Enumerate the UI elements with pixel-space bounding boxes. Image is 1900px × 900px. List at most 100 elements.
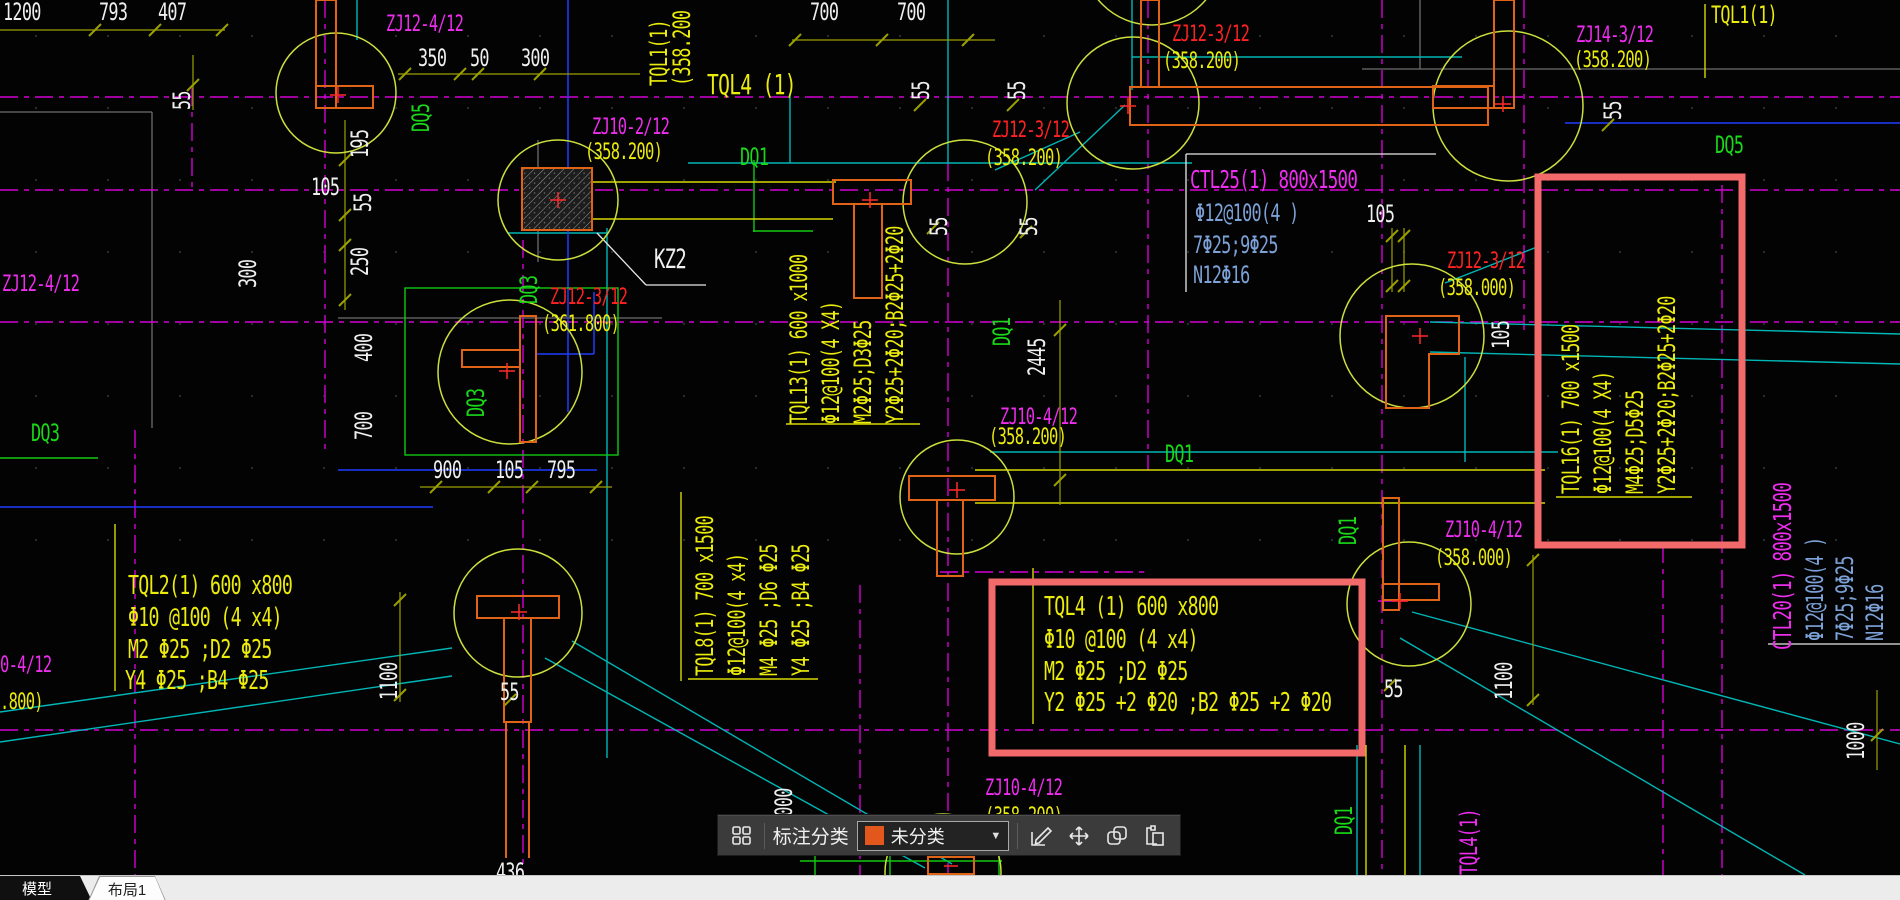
cad-text: (361.800) (542, 312, 620, 337)
cad-text: M2 Φ25 ;D2 Φ25 (1044, 657, 1188, 687)
cad-text: DQ3 (462, 388, 490, 417)
cad-text: Φ12@100(4 ) (1195, 199, 1299, 227)
cad-text: Y4 Φ25 ;B4 Φ25 (125, 666, 269, 696)
cad-text: Y4 Φ25 ;B4 Φ25 (787, 544, 815, 676)
cad-text: M2 Φ25 ;D2 Φ25 (128, 635, 272, 665)
cad-text: TQL13(1) 600 x1000 (785, 254, 813, 424)
cad-text: ZJ12-4/12 (2, 272, 80, 297)
cad-text: Φ10 @100 (4 x4) (128, 603, 283, 633)
cad-text: 900 (433, 456, 462, 484)
cad-text: 55 (500, 678, 520, 706)
cad-text: 55 (1015, 217, 1043, 236)
category-color-swatch (864, 826, 884, 845)
cad-text: CTL20(1) 800x1500 (1768, 482, 1797, 650)
cad-text: (358.200 (668, 10, 696, 86)
cad-text: DQ5 (407, 103, 435, 132)
edit-icon (1031, 826, 1053, 846)
cad-text: Φ12@100(4 ) (1801, 537, 1829, 641)
cad-text: 55 (1384, 675, 1404, 703)
cad-text: 250 (346, 247, 374, 276)
cad-text: 55 (349, 193, 377, 212)
category-dropdown[interactable]: 未分类 ▼ (856, 820, 1010, 851)
cad-text: DQ5 (1715, 131, 1744, 159)
cad-text: (358.200) (585, 140, 663, 165)
cad-text: ZJ10-4/12 (1445, 518, 1523, 543)
cad-text: TQL16(1) 700 x1500 (1557, 324, 1585, 494)
annotation-classes-button[interactable] (728, 822, 756, 850)
cad-text: 400 (350, 333, 378, 362)
cad-text: 700 (810, 0, 839, 26)
cad-text: DQ1 (1165, 440, 1194, 468)
cad-text: Y2Φ25+2Φ20;B2Φ25+2Φ20 (881, 226, 909, 424)
cad-text: N12Φ16 (1861, 584, 1889, 641)
cad-text: 195 (346, 129, 374, 158)
cad-text: Y2Φ25+2Φ20;B2Φ25+2Φ20 (1653, 296, 1681, 494)
cad-text: M2Φ25;D3Φ25 (849, 320, 877, 424)
cad-text: ZJ10-2/12 (592, 115, 670, 140)
cad-text: Y2 Φ25 +2 Φ20 ;B2 Φ25 +2 Φ20 (1044, 688, 1332, 718)
paste-annotation-button[interactable] (1140, 821, 1170, 851)
cad-text: M4 Φ25 ;D6 Φ25 (755, 544, 783, 676)
cad-text: (358.200) (985, 146, 1063, 171)
cad-text: DQ1 (1330, 806, 1358, 835)
annotation-category-label: 标注分类 (772, 827, 849, 848)
tab-model-label: 模型 (21, 881, 52, 898)
cad-text: 300 (234, 259, 262, 288)
cad-text: 55 (168, 91, 196, 110)
cad-text: 1200 (3, 0, 41, 26)
cad-text: 7Φ25;9Φ25 (1831, 556, 1859, 641)
cad-text: TQL4 (1) (707, 68, 797, 101)
cad-text: 105 (1487, 320, 1515, 349)
cad-text: 7Φ25;9Φ25 (1193, 231, 1278, 259)
cad-text: 700 (897, 0, 926, 26)
paste-icon (1146, 824, 1164, 846)
cad-text: (358.200) (1163, 49, 1241, 74)
cad-text: TQL4(1) (1455, 809, 1483, 875)
copy-annotation-button[interactable] (1102, 821, 1132, 851)
move-annotation-button[interactable] (1064, 821, 1094, 851)
cad-text: (358.200) (1574, 48, 1652, 73)
cad-text: .800) (0, 690, 44, 715)
cad-application: 1200 793 407 350 50 300 700 700 55 105 195 55 250 300… (0, 0, 1900, 900)
cad-text: 793 (99, 0, 128, 26)
cad-text: ZJ12-3/12 (1172, 22, 1250, 47)
cad-text: DQ1 (988, 317, 1016, 346)
cad-text: 1000 (1842, 722, 1870, 760)
category-dropdown-value: 未分类 (890, 826, 945, 847)
layout-tabbar: 模型 布局1 (0, 875, 1900, 900)
cad-text: 436 (496, 858, 525, 875)
grid-squares-icon (732, 825, 751, 845)
annotation-toolbar: 标注分类 未分类 ▼ (718, 815, 1180, 855)
cad-text: 55 (925, 217, 953, 236)
cad-text: DQ1 (740, 143, 769, 171)
cad-text: 795 (547, 456, 576, 484)
chevron-down-icon: ▼ (990, 829, 1002, 842)
cad-text: (358.200) (989, 425, 1067, 450)
drawing-canvas[interactable]: 1200 793 407 350 50 300 700 700 55 105 195 55 250 300… (0, 0, 1900, 875)
cad-text: Φ12@100(4 X4) (817, 301, 845, 424)
tab-layout1[interactable]: 布局1 (88, 876, 166, 900)
move-icon (1069, 825, 1089, 846)
edit-annotation-button[interactable] (1026, 821, 1056, 851)
cad-text: ZJ12-3/12 (992, 118, 1070, 143)
cad-text: 105 (311, 173, 340, 201)
tab-layout1-label: 布局1 (107, 881, 147, 899)
cad-text: Φ12@100(4 X4) (1589, 371, 1617, 494)
cad-text: ZJ14-3/12 (1576, 23, 1654, 48)
cad-text: TQL1(1) (1711, 1, 1778, 29)
copy-icon (1107, 825, 1127, 845)
cad-text: ZJ10-4/12 (985, 776, 1063, 801)
cad-text-layer: 1200 793 407 350 50 300 700 700 55 105 195 55 250 300… (0, 0, 1900, 875)
cad-text: ZJ12-4/12 (386, 12, 464, 37)
cad-text: Φ12@100(4 x4) (723, 553, 751, 676)
cad-text: Φ10 @100 (4 x4) (1044, 625, 1199, 655)
cad-text: 700 (350, 411, 378, 440)
cad-text: 0-4/12 (0, 653, 52, 678)
cad-text: 2445 (1023, 338, 1051, 376)
cad-text: ZJ12-3/12 (550, 285, 628, 310)
cad-text: DQ1 (1334, 516, 1362, 545)
tab-model[interactable]: 模型 (0, 876, 92, 900)
cad-text: TQL2(1) 600 x800 (128, 571, 293, 601)
cad-text: CTL25(1) 800x1500 (1190, 165, 1358, 194)
cad-text: M4Φ25;D5Φ25 (1621, 390, 1649, 494)
